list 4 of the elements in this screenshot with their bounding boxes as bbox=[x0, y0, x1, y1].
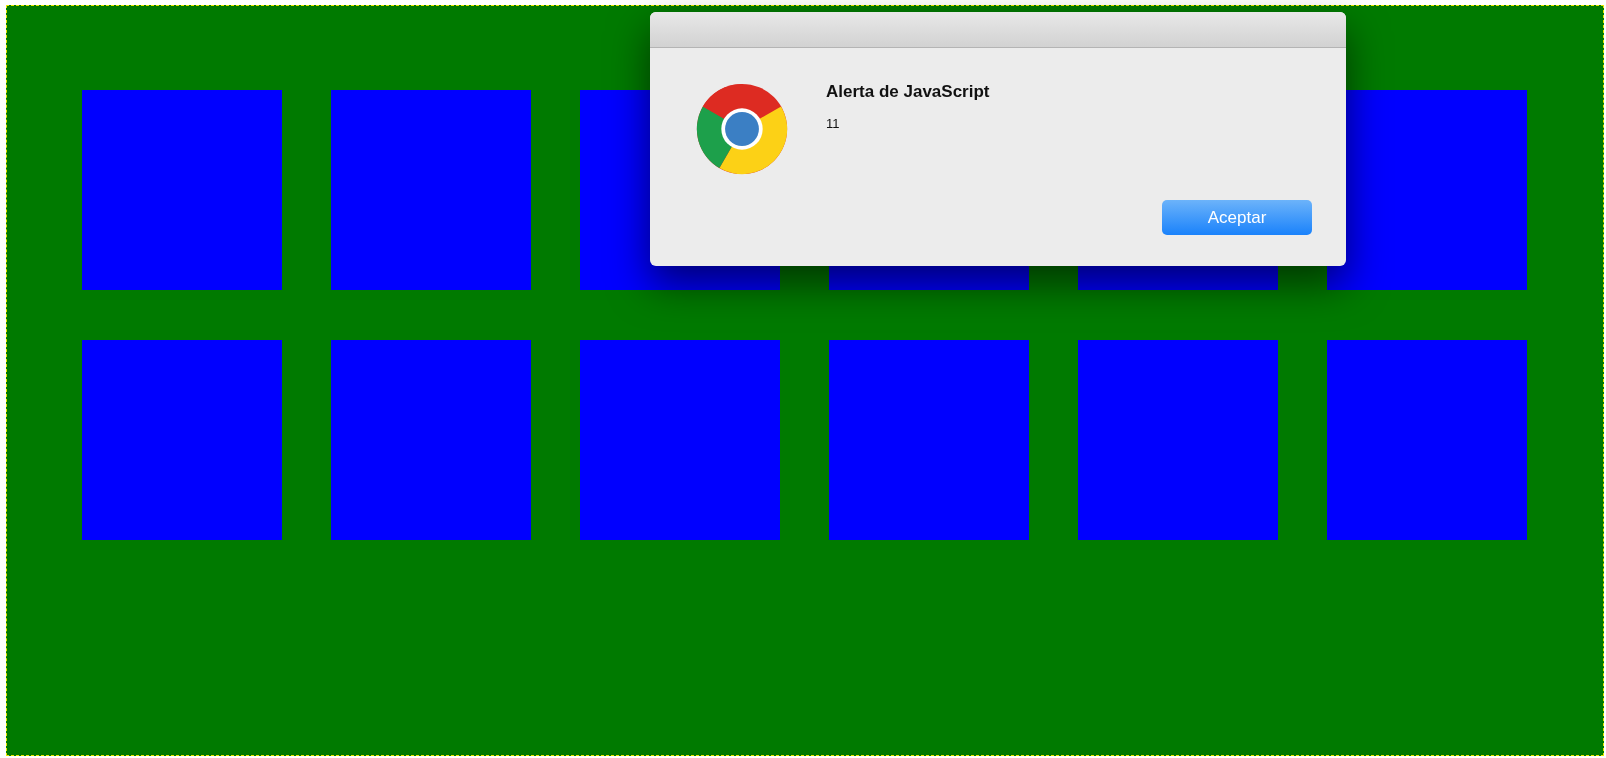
chrome-logo-icon bbox=[695, 82, 789, 176]
accept-button[interactable]: Aceptar bbox=[1162, 200, 1312, 235]
dialog-title: Alerta de JavaScript bbox=[826, 82, 990, 102]
dialog-message: 11 bbox=[826, 116, 840, 131]
